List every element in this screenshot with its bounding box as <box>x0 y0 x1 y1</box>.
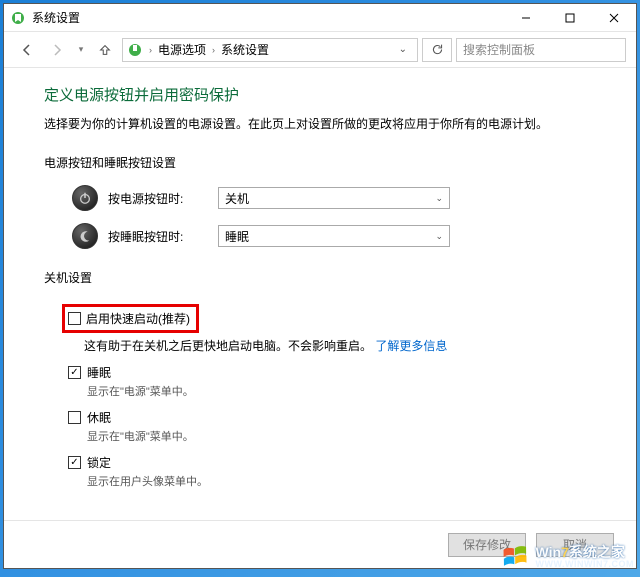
fast-startup-checkbox[interactable] <box>68 312 81 325</box>
option-sleep: 睡眠 显示在"电源"菜单中。 <box>68 364 596 399</box>
section-shutdown: 关机设置 <box>44 269 596 286</box>
hibernate-checkbox[interactable] <box>68 411 81 424</box>
section-power-sleep: 电源按钮和睡眠按钮设置 <box>44 154 596 171</box>
close-button[interactable] <box>592 4 636 32</box>
power-button-label: 按电源按钮时: <box>108 190 208 207</box>
cancel-button[interactable]: 取消 <box>536 533 614 557</box>
power-options-icon <box>127 42 143 58</box>
window: 系统设置 ▾ › 电源选项 › 系统设置 <box>3 3 637 569</box>
breadcrumb[interactable]: › 电源选项 › 系统设置 ⌄ <box>122 38 418 62</box>
up-button[interactable] <box>92 37 118 63</box>
option-lock: 锁定 显示在用户头像菜单中。 <box>68 454 596 489</box>
page-description: 选择要为你的计算机设置的电源设置。在此页上对设置所做的更改将应用于你所有的电源计… <box>44 115 596 132</box>
search-input[interactable] <box>463 43 619 57</box>
maximize-button[interactable] <box>548 4 592 32</box>
chevron-down-icon: ⌄ <box>435 193 443 204</box>
fast-startup-desc: 这有助于在关机之后更快地启动电脑。不会影响重启。 了解更多信息 <box>84 337 596 354</box>
sleep-checkbox[interactable] <box>68 366 81 379</box>
power-icon <box>72 185 98 211</box>
power-button-select[interactable]: 关机 ⌄ <box>218 187 450 209</box>
row-power-button: 按电源按钮时: 关机 ⌄ <box>72 185 596 211</box>
page-heading: 定义电源按钮并启用密码保护 <box>44 84 596 105</box>
sleep-button-select[interactable]: 睡眠 ⌄ <box>218 225 450 247</box>
search-box[interactable] <box>456 38 626 62</box>
back-button[interactable] <box>14 37 40 63</box>
minimize-button[interactable] <box>504 4 548 32</box>
hibernate-option-desc: 显示在"电源"菜单中。 <box>87 428 596 444</box>
sleep-option-label: 睡眠 <box>87 364 111 381</box>
chevron-right-icon: › <box>210 45 217 55</box>
window-title: 系统设置 <box>32 9 80 26</box>
footer: 保存修改 取消 <box>4 520 636 568</box>
option-hibernate: 休眠 显示在"电源"菜单中。 <box>68 409 596 444</box>
power-button-value: 关机 <box>225 190 249 207</box>
content-area: 定义电源按钮并启用密码保护 选择要为你的计算机设置的电源设置。在此页上对设置所做… <box>4 68 636 520</box>
titlebar: 系统设置 <box>4 4 636 32</box>
chevron-down-icon[interactable]: ⌄ <box>393 44 413 55</box>
sleep-button-label: 按睡眠按钮时: <box>108 228 208 245</box>
row-sleep-button: 按睡眠按钮时: 睡眠 ⌄ <box>72 223 596 249</box>
sleep-button-value: 睡眠 <box>225 228 249 245</box>
breadcrumb-item-power[interactable]: 电源选项 <box>158 41 206 58</box>
breadcrumb-item-system-settings[interactable]: 系统设置 <box>221 41 269 58</box>
refresh-button[interactable] <box>422 38 452 62</box>
hibernate-option-label: 休眠 <box>87 409 111 426</box>
save-button[interactable]: 保存修改 <box>448 533 526 557</box>
fast-startup-label: 启用快速启动(推荐) <box>86 310 190 327</box>
sleep-option-desc: 显示在"电源"菜单中。 <box>87 383 596 399</box>
lock-option-label: 锁定 <box>87 454 111 471</box>
navbar: ▾ › 电源选项 › 系统设置 ⌄ <box>4 32 636 68</box>
history-dropdown[interactable]: ▾ <box>74 37 88 63</box>
forward-button[interactable] <box>44 37 70 63</box>
lock-checkbox[interactable] <box>68 456 81 469</box>
lock-option-desc: 显示在用户头像菜单中。 <box>87 473 596 489</box>
highlight-box: 启用快速启动(推荐) <box>62 304 199 333</box>
chevron-down-icon: ⌄ <box>435 231 443 242</box>
app-icon <box>10 10 26 26</box>
sleep-icon <box>72 223 98 249</box>
chevron-right-icon: › <box>147 45 154 55</box>
learn-more-link[interactable]: 了解更多信息 <box>375 339 447 353</box>
